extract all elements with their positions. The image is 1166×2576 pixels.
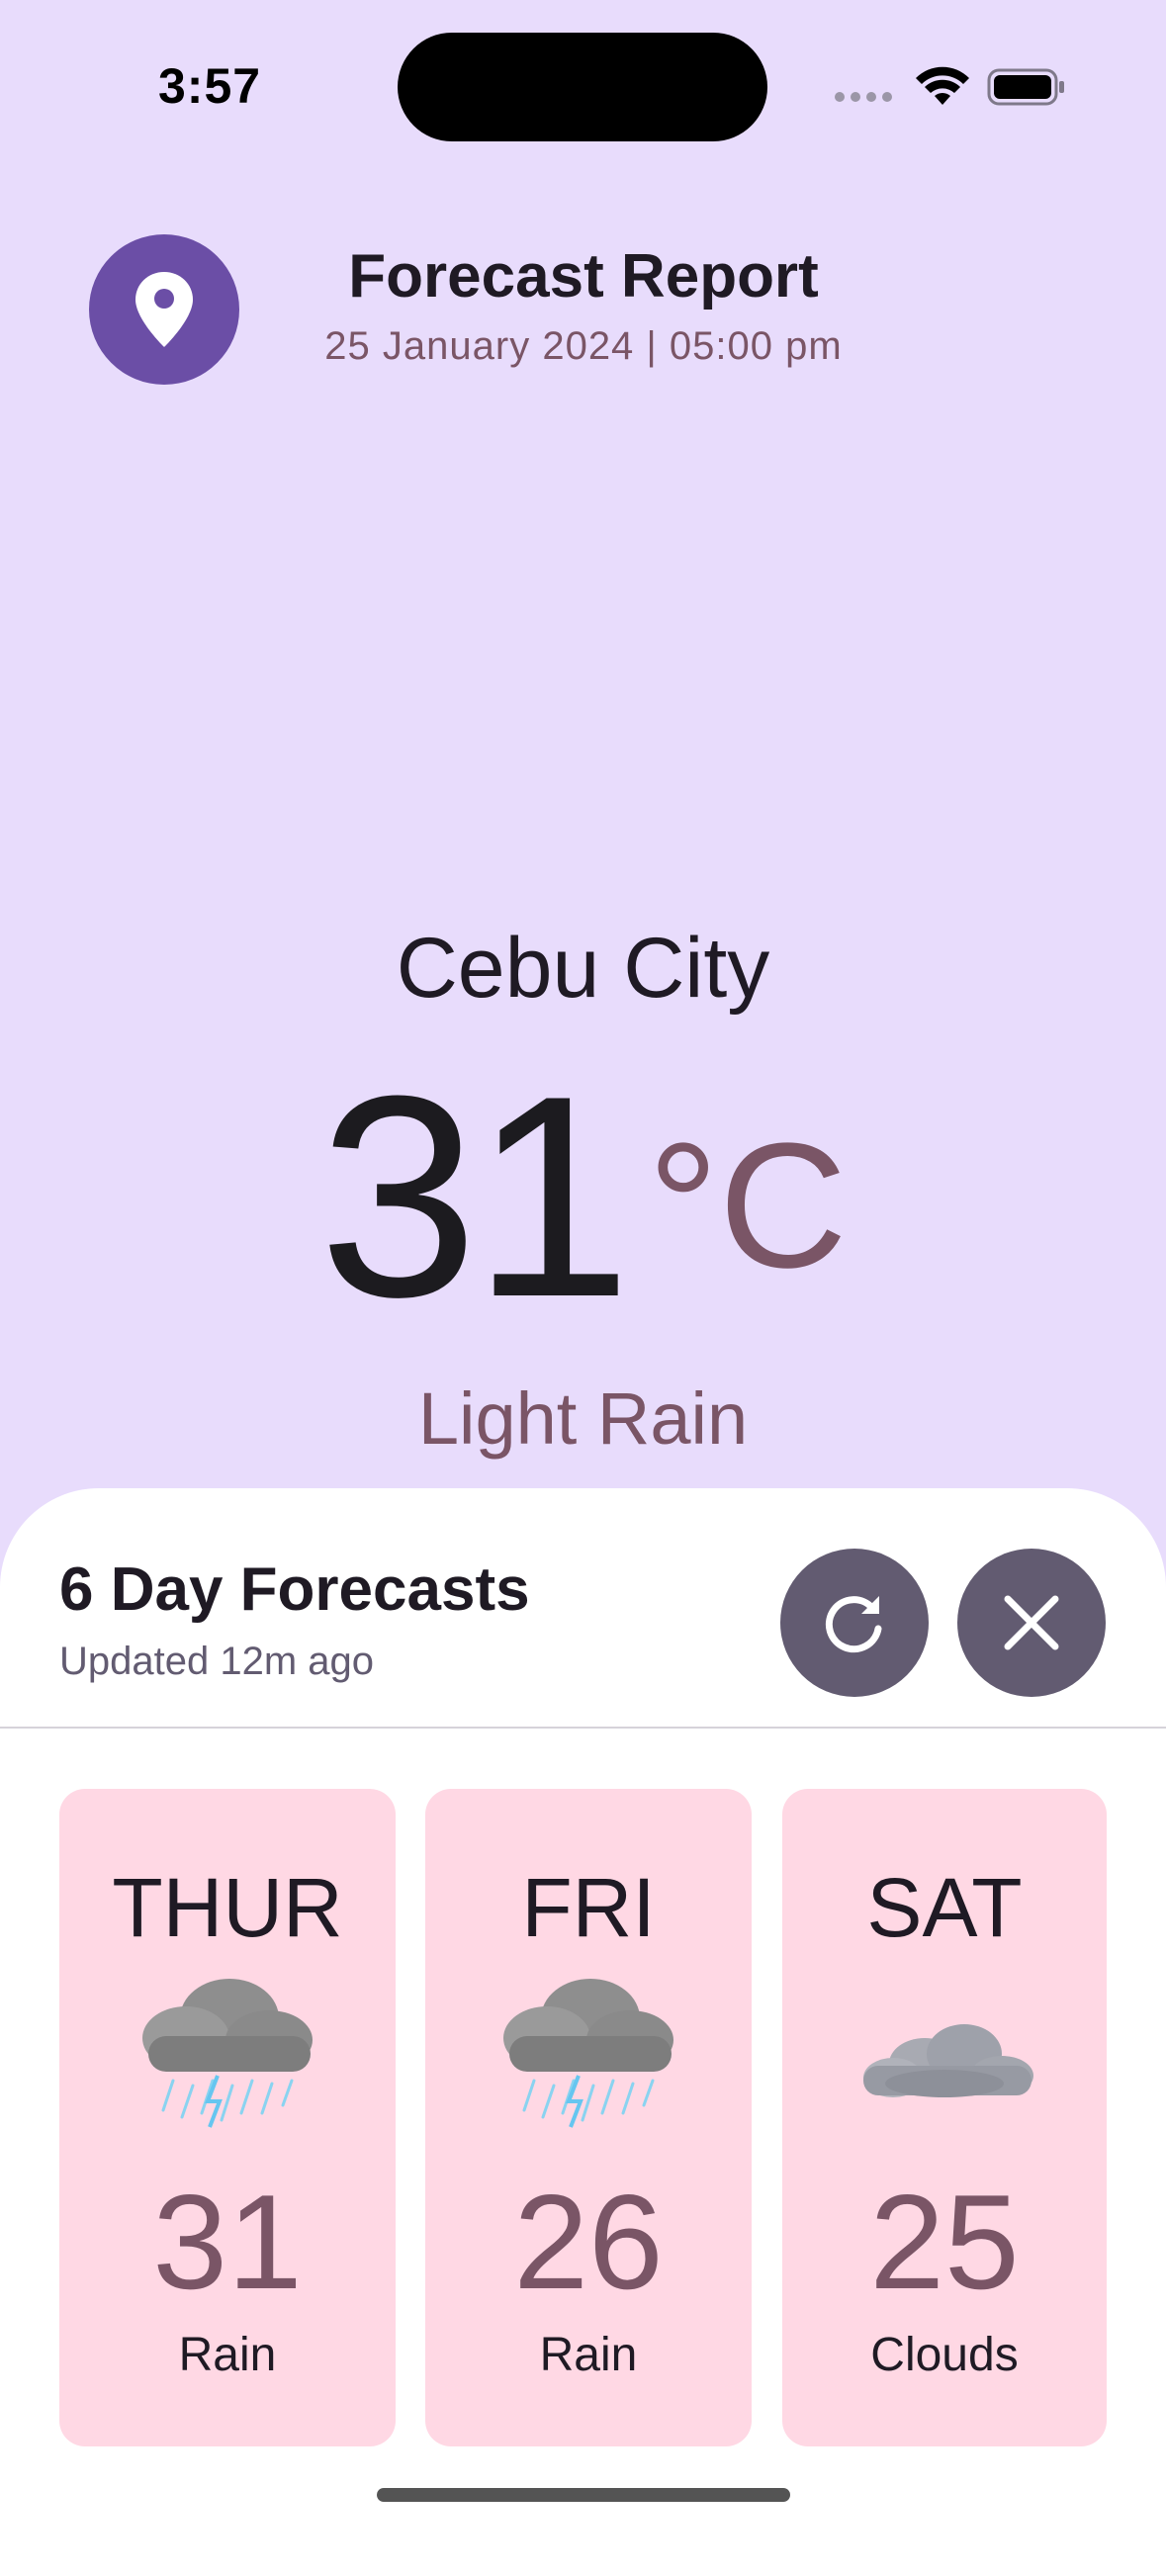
forecast-temp: 31 <box>152 2167 303 2317</box>
forecast-temp: 25 <box>869 2167 1020 2317</box>
sheet-divider <box>0 1727 1166 1729</box>
current-temperature: 31 °C <box>0 1036 1166 1357</box>
clouds-icon <box>863 2024 1033 2097</box>
close-button[interactable] <box>957 1549 1106 1697</box>
forecast-desc: Clouds <box>870 2329 1019 2381</box>
forecast-day: THUR <box>112 1861 343 1954</box>
dynamic-island <box>398 33 767 141</box>
forecast-desc: Rain <box>178 2329 277 2381</box>
refresh-button[interactable] <box>780 1549 929 1697</box>
home-indicator[interactable] <box>377 2488 790 2502</box>
cellular-signal-icon <box>835 92 892 102</box>
updated-label: Updated 12m ago <box>59 1640 375 1683</box>
city-name: Cebu City <box>396 921 770 1016</box>
status-time: 3:57 <box>158 58 262 114</box>
forecast-card-thur[interactable]: THUR 31 Rain <box>59 1789 396 2446</box>
thunderstorm-rain-cloud-icon <box>503 1979 673 2128</box>
battery-icon <box>987 68 1064 106</box>
report-datetime: 25 January 2024 | 05:00 pm <box>324 324 843 368</box>
temperature-unit: °C <box>647 1107 848 1305</box>
forecast-card-fri[interactable]: FRI 26 Rain <box>425 1789 752 2446</box>
forecast-day: FRI <box>521 1861 656 1954</box>
forecast-card-sat[interactable]: SAT 25 Clouds <box>782 1789 1107 2446</box>
weather-condition: Light Rain <box>417 1377 749 1460</box>
forecast-temp: 26 <box>513 2167 664 2317</box>
temperature-value: 31 <box>318 1036 632 1357</box>
forecast-day: SAT <box>866 1861 1023 1954</box>
thunderstorm-rain-cloud-icon <box>142 1979 313 2128</box>
page-title: Forecast Report <box>348 242 819 311</box>
refresh-icon <box>825 1596 882 1653</box>
close-icon <box>1004 1595 1059 1650</box>
location-pin-icon <box>135 272 193 347</box>
forecast-desc: Rain <box>539 2329 638 2381</box>
forecast-title: 6 Day Forecasts <box>59 1555 530 1624</box>
wifi-icon <box>916 66 969 105</box>
